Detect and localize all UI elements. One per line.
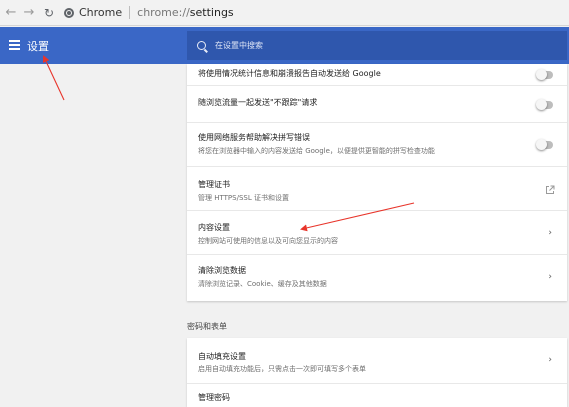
passwords-card: 自动填充设置 启用自动填充功能后，只需点击一次即可填写多个表单 › 管理密码 xyxy=(187,338,567,407)
row-subtitle: 将您在浏览器中输入的内容发送给 Google，以便提供更智能的拼写检查功能 xyxy=(198,147,435,155)
external-link-icon[interactable] xyxy=(545,185,555,195)
chevron-right-icon: › xyxy=(548,228,552,238)
row-title: 管理密码 xyxy=(198,393,230,402)
site-label: Chrome xyxy=(79,6,123,19)
list-item[interactable]: 将使用情况统计信息和崩溃报告自动发送给 Google xyxy=(187,64,567,86)
privacy-card: 将使用情况统计信息和崩溃报告自动发送给 Google 随浏览流量一起发送"不跟踪… xyxy=(187,64,567,301)
search-icon xyxy=(197,41,206,50)
forward-icon[interactable]: → xyxy=(22,4,36,22)
omnibox-divider xyxy=(129,6,131,19)
toggle-switch[interactable] xyxy=(536,69,553,80)
hamburger-menu-icon[interactable] xyxy=(9,40,20,50)
row-subtitle: 控制网站可使用的信息以及可向您显示的内容 xyxy=(198,237,338,245)
reload-icon[interactable]: ↻ xyxy=(42,4,56,22)
chevron-right-icon: › xyxy=(548,355,552,365)
list-item[interactable]: 自动填充设置 启用自动填充功能后，只需点击一次即可填写多个表单 › xyxy=(187,338,567,384)
browser-toolbar: ← → ↻ Chrome chrome://settings xyxy=(0,0,569,26)
content-settings-item[interactable]: 内容设置 控制网站可使用的信息以及可向您显示的内容 › xyxy=(187,211,567,255)
settings-window: ← → ↻ Chrome chrome://settings 设置 将使用情况统… xyxy=(0,0,569,407)
list-item[interactable]: 管理证书 管理 HTTPS/SSL 证书和设置 xyxy=(187,167,567,211)
row-subtitle: 管理 HTTPS/SSL 证书和设置 xyxy=(198,194,289,202)
url-host: chrome:// xyxy=(137,6,190,19)
row-title: 内容设置 xyxy=(198,223,230,232)
row-title: 清除浏览数据 xyxy=(198,266,246,275)
search-input[interactable] xyxy=(215,41,535,50)
row-title: 自动填充设置 xyxy=(198,352,246,361)
omnibox[interactable]: Chrome chrome://settings xyxy=(64,3,234,23)
chevron-right-icon: › xyxy=(548,272,552,282)
section-heading: 密码和表单 xyxy=(187,322,227,331)
row-title: 管理证书 xyxy=(198,180,230,189)
list-item[interactable]: 管理密码 xyxy=(187,384,567,407)
row-subtitle: 清除浏览记录、Cookie、缓存及其他数据 xyxy=(198,280,327,288)
back-icon[interactable]: ← xyxy=(4,4,18,22)
settings-header: 设置 xyxy=(0,27,569,64)
row-title: 随浏览流量一起发送"不跟踪"请求 xyxy=(198,98,318,107)
toggle-switch[interactable] xyxy=(536,139,553,150)
search-bar[interactable] xyxy=(187,31,567,60)
chrome-icon xyxy=(64,7,74,18)
toggle-switch[interactable] xyxy=(536,99,553,110)
url-path: settings xyxy=(189,6,234,19)
row-title: 使用网络服务帮助解决拼写错误 xyxy=(198,133,310,142)
list-item[interactable]: 使用网络服务帮助解决拼写错误 将您在浏览器中输入的内容发送给 Google，以便… xyxy=(187,123,567,167)
list-item[interactable]: 清除浏览数据 清除浏览记录、Cookie、缓存及其他数据 › xyxy=(187,255,567,301)
row-subtitle: 启用自动填充功能后，只需点击一次即可填写多个表单 xyxy=(198,365,366,373)
list-item[interactable]: 随浏览流量一起发送"不跟踪"请求 xyxy=(187,86,567,123)
row-title: 将使用情况统计信息和崩溃报告自动发送给 Google xyxy=(198,69,381,78)
page-title: 设置 xyxy=(27,40,49,53)
